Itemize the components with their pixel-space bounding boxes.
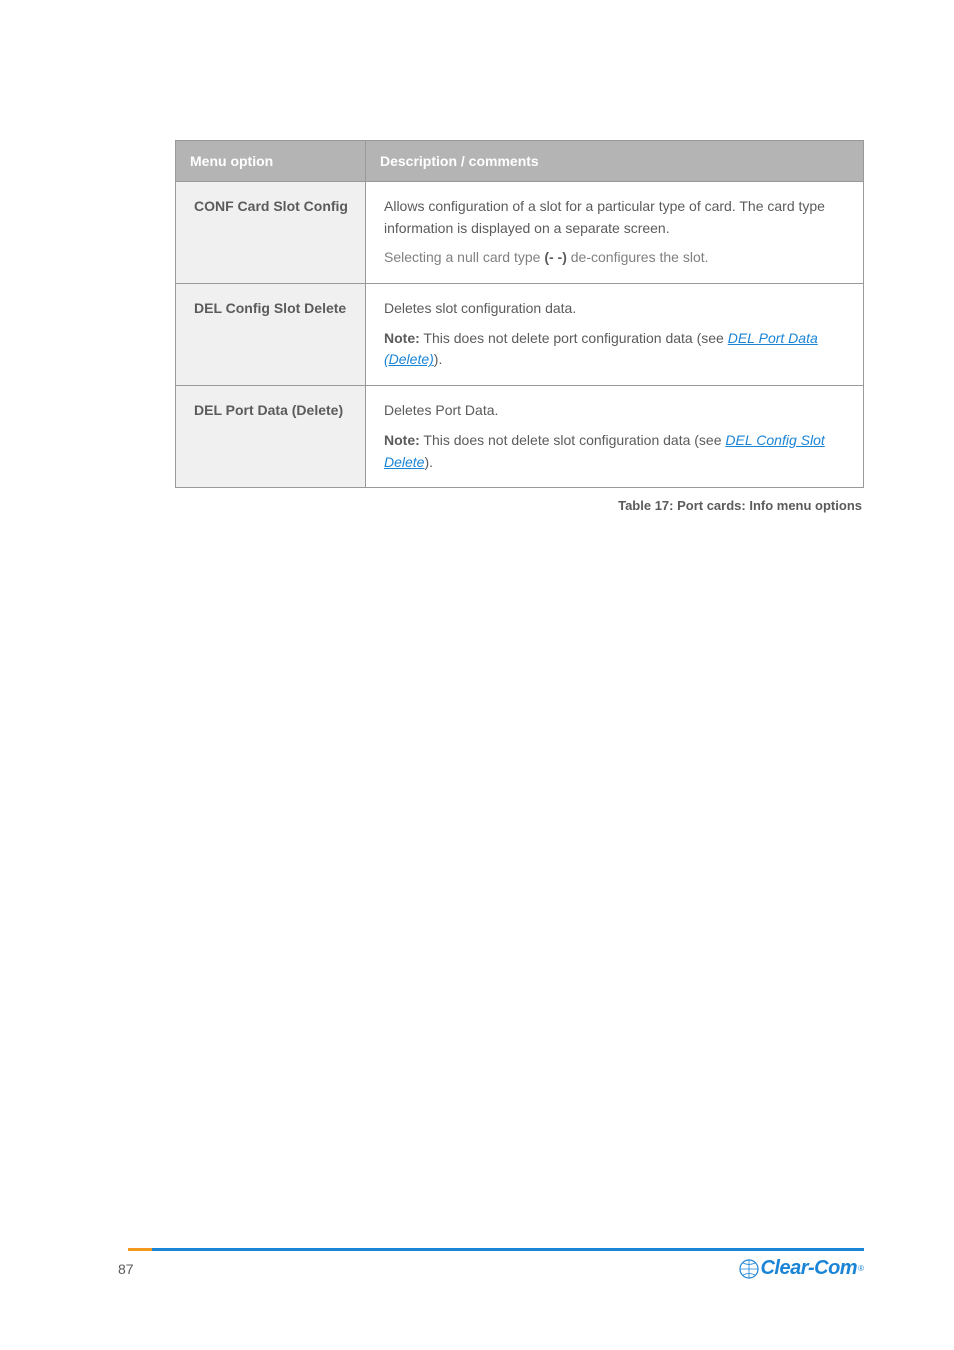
- globe-icon: [738, 1258, 760, 1280]
- option-desc: Deletes slot configuration data.: [384, 300, 576, 316]
- page-number: 87: [118, 1261, 134, 1277]
- page-footer: 87 Clear-Com®: [0, 1248, 954, 1280]
- table-row: DEL Port Data (Delete) Deletes Port Data…: [176, 386, 864, 488]
- footer-rule: [128, 1248, 864, 1251]
- table-row: DEL Config Slot Delete Deletes slot conf…: [176, 284, 864, 386]
- option-indent: Selecting a null card type (- -) de-conf…: [384, 247, 849, 269]
- option-note: Note: This does not delete slot configur…: [384, 430, 849, 473]
- option-title: CONF Card Slot Config: [194, 196, 351, 218]
- option-title: DEL Config Slot Delete: [194, 298, 351, 320]
- logo-text: Clear-Com: [760, 1257, 857, 1280]
- registered-icon: ®: [858, 1264, 864, 1273]
- table-row: CONF Card Slot Config Allows configurati…: [176, 182, 864, 284]
- col-header-option: Menu option: [176, 141, 366, 182]
- col-header-desc: Description / comments: [366, 141, 864, 182]
- info-menu-table: Menu option Description / comments CONF …: [175, 140, 864, 488]
- option-title: DEL Port Data (Delete): [194, 400, 351, 422]
- table-caption: Table 17: Port cards: Info menu options: [175, 498, 864, 513]
- option-desc: Deletes Port Data.: [384, 402, 498, 418]
- option-desc: Allows configuration of a slot for a par…: [384, 198, 825, 236]
- brand-logo: Clear-Com®: [738, 1257, 864, 1280]
- option-note: Note: This does not delete port configur…: [384, 328, 849, 371]
